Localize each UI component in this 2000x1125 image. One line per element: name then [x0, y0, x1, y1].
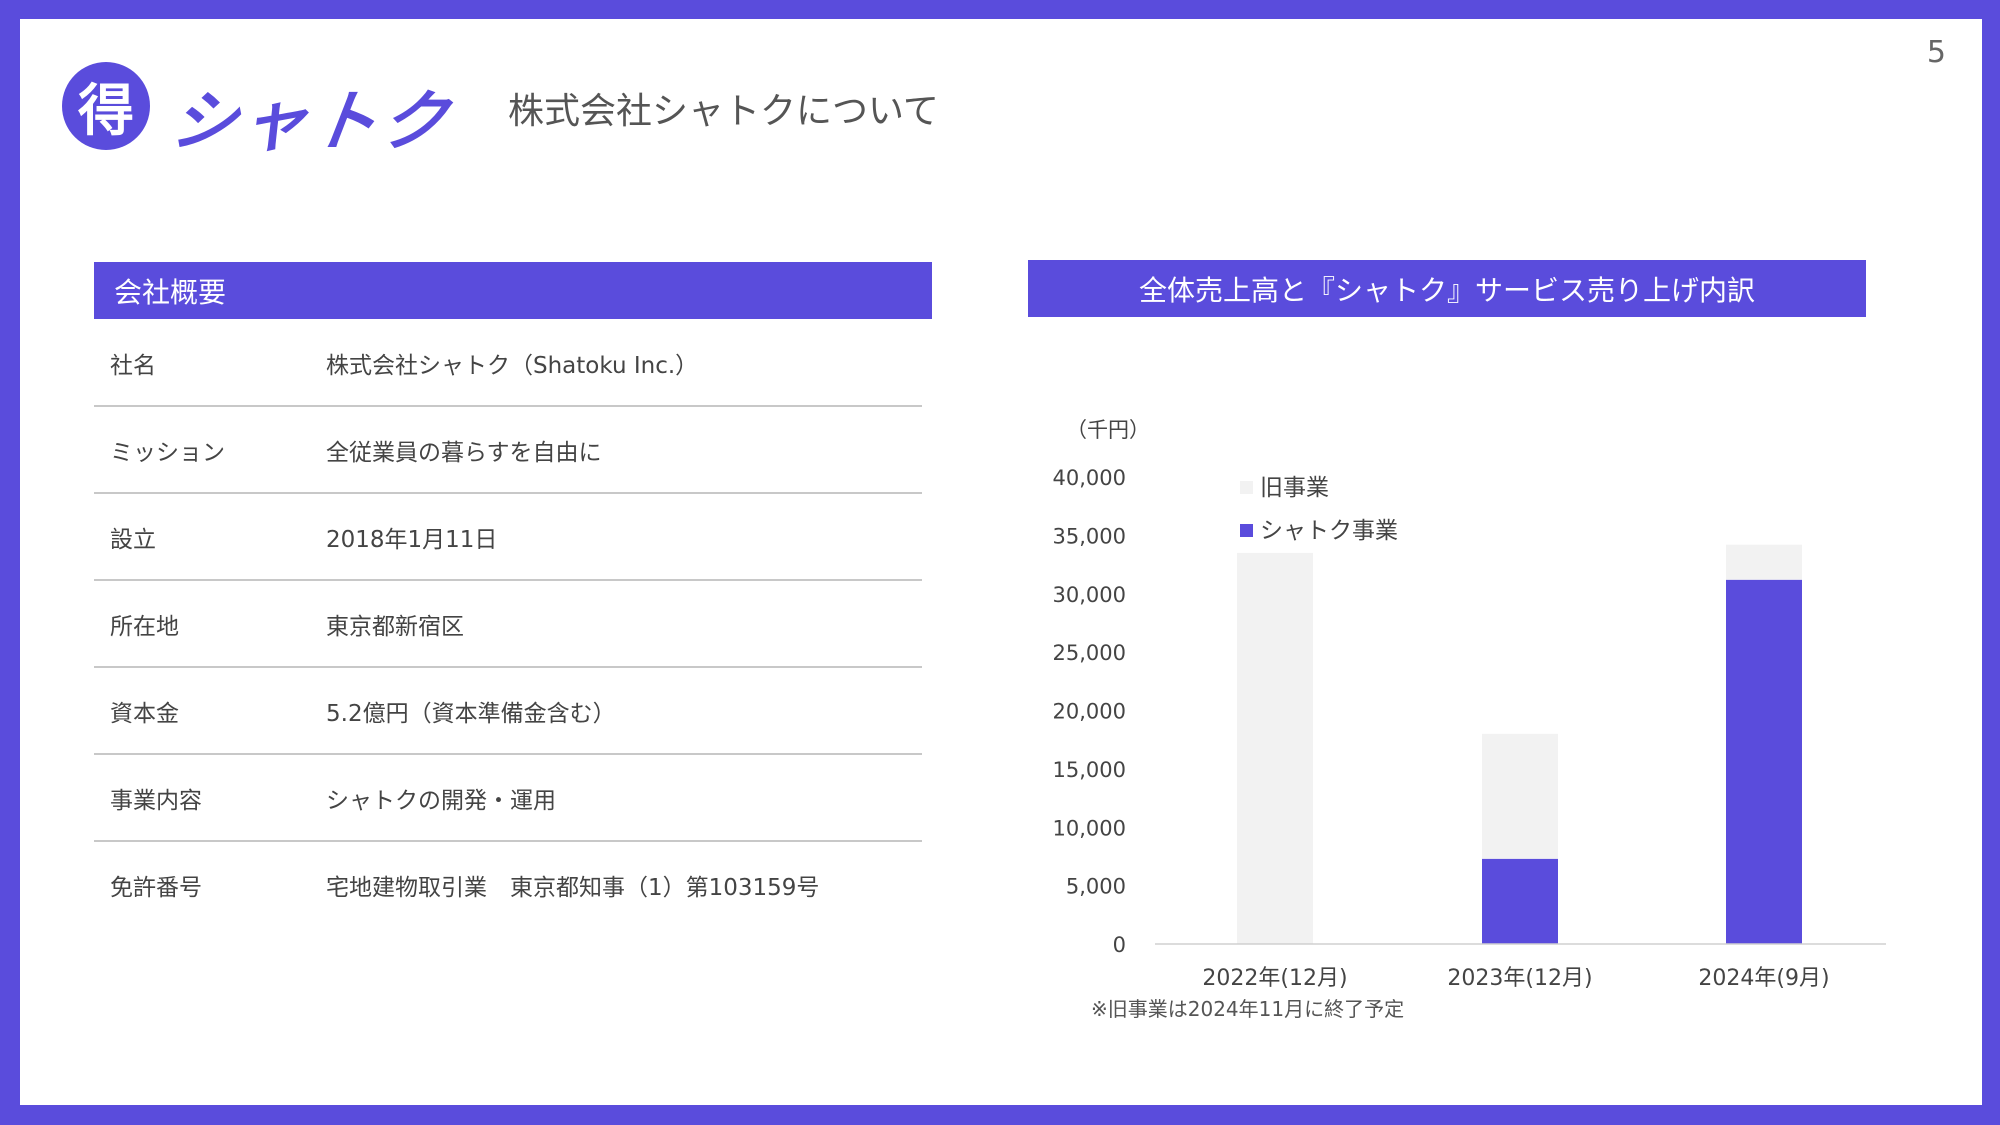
bars [1237, 544, 1802, 944]
y-tick-label: 40,000 [1053, 466, 1126, 490]
bar-segment [1482, 733, 1558, 859]
y-tick-label: 15,000 [1053, 758, 1126, 782]
bar-segment [1726, 579, 1802, 944]
x-tick-label: 2024年(9月) [1698, 966, 1829, 991]
bar-segment [1726, 544, 1802, 580]
x-tick-label: 2022年(12月) [1202, 966, 1347, 991]
legend-label: シャトク事業 [1260, 518, 1398, 544]
legend-swatch [1240, 481, 1253, 494]
unit-label: （千円） [1066, 418, 1150, 442]
y-tick-label: 30,000 [1053, 583, 1126, 607]
y-tick-label: 20,000 [1053, 700, 1126, 724]
y-axis: 0 5,000 10,000 15,000 20,000 25,000 30,000 35,0… [1053, 466, 1126, 957]
legend-label: 旧事業 [1260, 475, 1329, 501]
footnote: ※旧事業は2024年11月に終了予定 [1091, 997, 1405, 1021]
revenue-chart: （千円） 0 5,000 10,000 15,000 20,000 25,000 30,00… [1053, 418, 1886, 991]
bar-segment [1482, 858, 1558, 944]
y-tick-label: 35,000 [1053, 524, 1126, 548]
y-tick-label: 5,000 [1066, 875, 1126, 899]
bar-segment [1237, 552, 1313, 944]
legend: 旧事業シャトク事業 [1240, 475, 1398, 544]
y-tick-label: 0 [1113, 933, 1126, 957]
x-axis: 2022年(12月) 2023年(12月) 2024年(9月) [1202, 966, 1829, 991]
y-tick-label: 10,000 [1053, 816, 1126, 840]
legend-swatch [1240, 524, 1253, 537]
x-tick-label: 2023年(12月) [1447, 966, 1592, 991]
y-tick-label: 25,000 [1053, 641, 1126, 665]
